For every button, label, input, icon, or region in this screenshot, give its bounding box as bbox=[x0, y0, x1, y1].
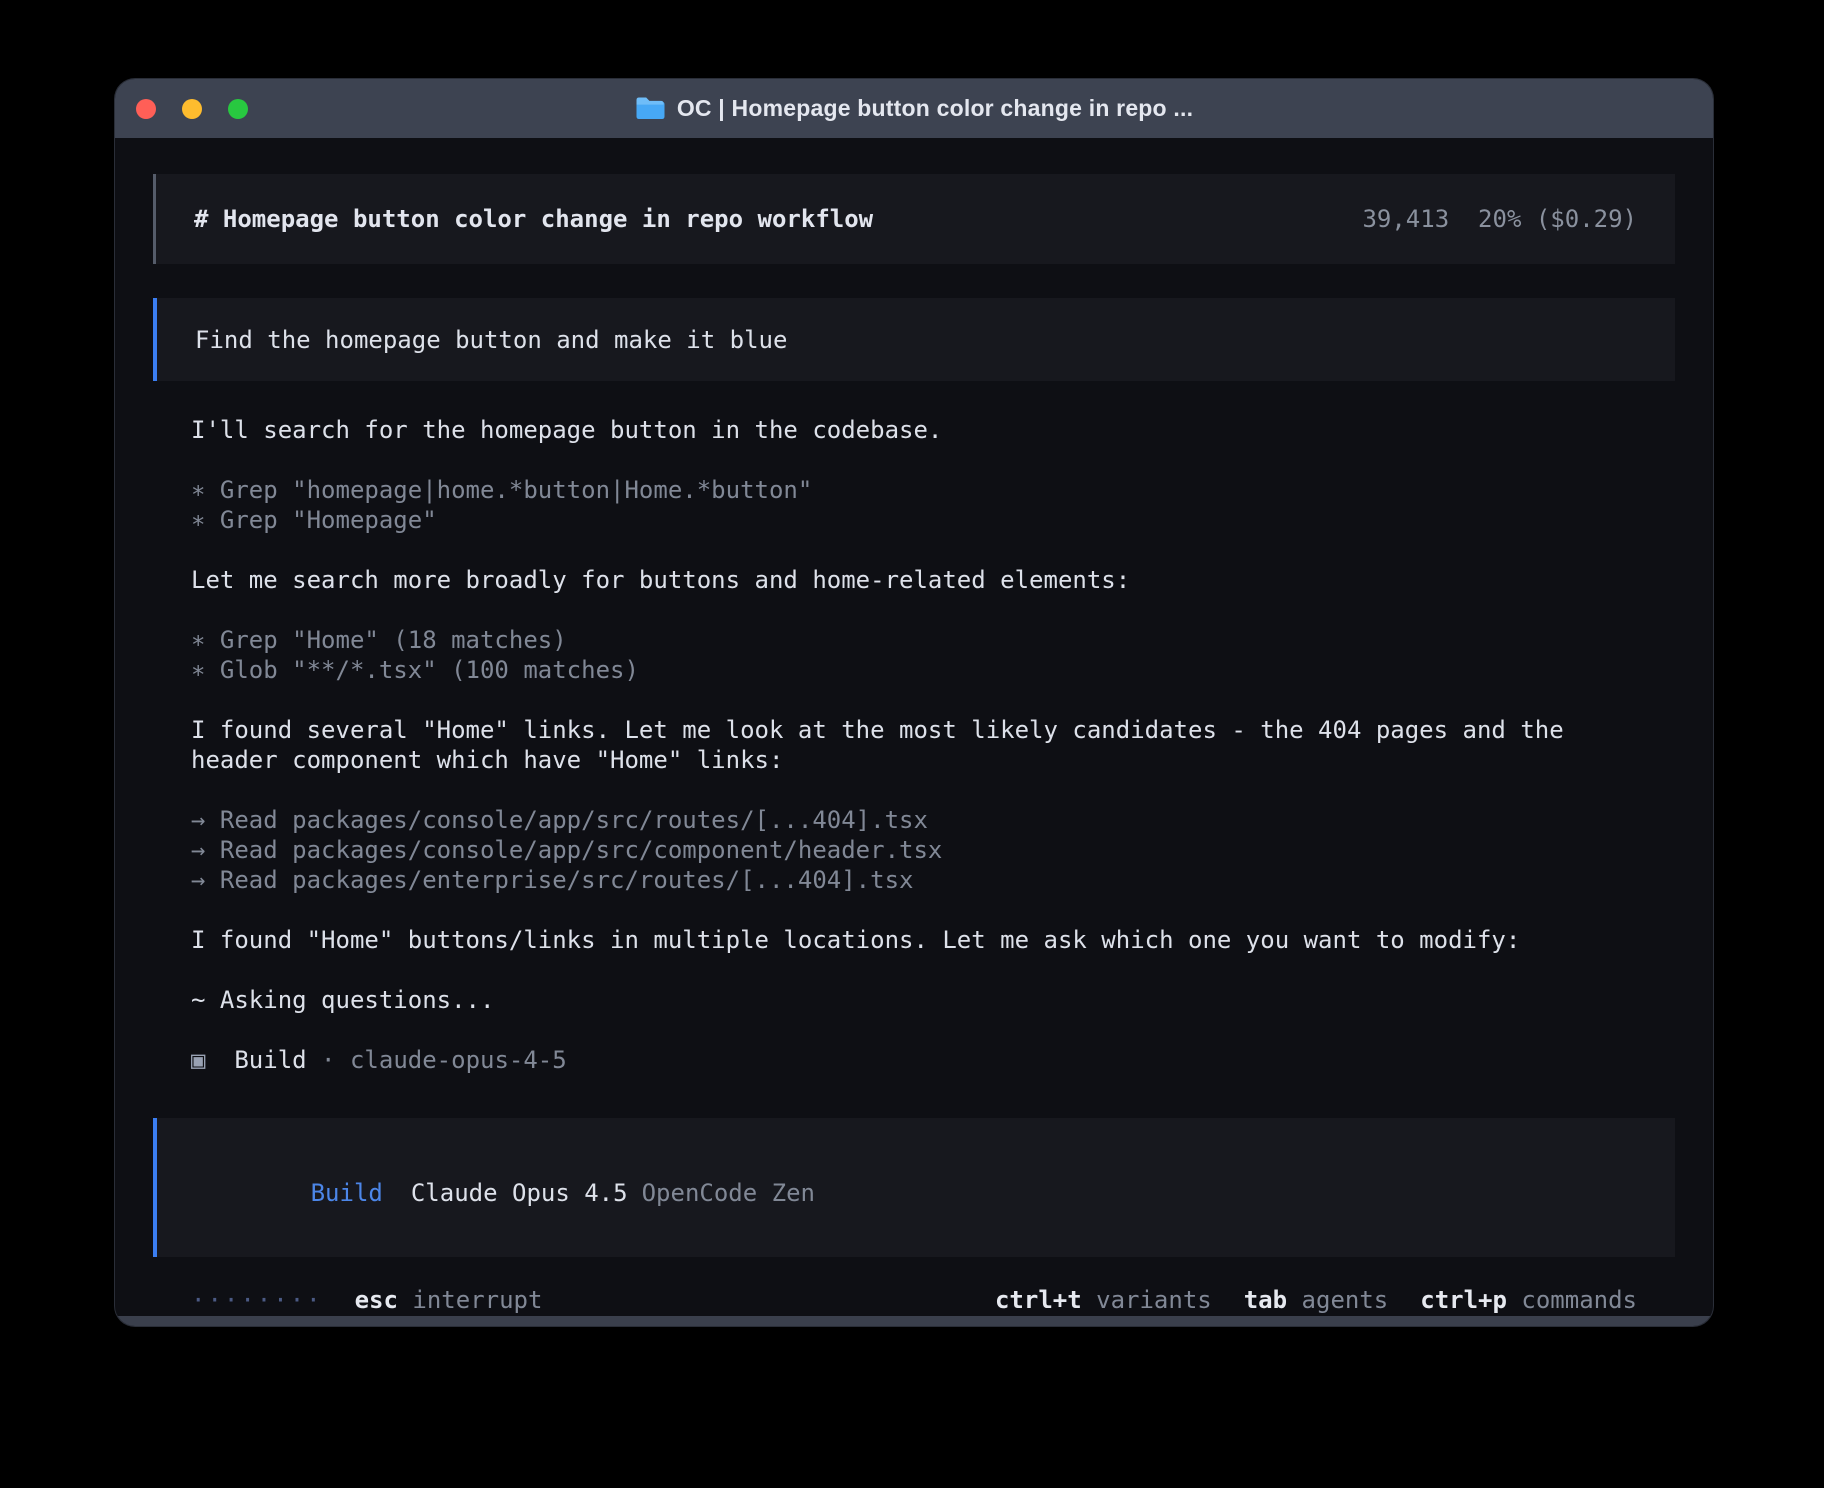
shortcut-tab: tab agents bbox=[1244, 1285, 1389, 1315]
statusbar-left: ········ esc interrupt bbox=[191, 1285, 542, 1315]
session-header: # Homepage button color change in repo w… bbox=[153, 174, 1675, 264]
spinner-dots: ········ bbox=[191, 1285, 323, 1315]
minimize-button[interactable] bbox=[182, 99, 202, 119]
user-message: Find the homepage button and make it blu… bbox=[153, 298, 1675, 381]
transcript-line bbox=[191, 595, 1637, 625]
model-line: Build Claude Opus 4.5 OpenCode Zen bbox=[195, 1148, 1637, 1238]
transcript-line: ∗ Grep "Homepage" bbox=[191, 505, 1637, 535]
transcript-line bbox=[191, 535, 1637, 565]
session-title: # Homepage button color change in repo w… bbox=[194, 205, 873, 233]
transcript-line bbox=[191, 1015, 1637, 1045]
transcript-line: → Read packages/console/app/src/componen… bbox=[191, 835, 1637, 865]
transcript-line: ▣ Build · claude-opus-4-5 bbox=[191, 1045, 1637, 1075]
user-message-text: Find the homepage button and make it blu… bbox=[195, 326, 787, 354]
agent-mode-label: Build bbox=[311, 1179, 383, 1207]
transcript-line bbox=[191, 685, 1637, 715]
shortcut-esc: esc interrupt bbox=[355, 1285, 543, 1315]
transcript-line bbox=[191, 895, 1637, 925]
session-token-stats: 39,413 20% ($0.29) bbox=[1362, 205, 1637, 233]
transcript-line: → Read packages/console/app/src/routes/[… bbox=[191, 805, 1637, 835]
window-title: OC | Homepage button color change in rep… bbox=[677, 95, 1193, 122]
transcript-line: I found "Home" buttons/links in multiple… bbox=[191, 925, 1637, 955]
transcript-line: ∗ Grep "Home" (18 matches) bbox=[191, 625, 1637, 655]
transcript-line: → Read packages/enterprise/src/routes/[.… bbox=[191, 865, 1637, 895]
provider-label: OpenCode Zen bbox=[642, 1179, 815, 1207]
transcript-line bbox=[191, 445, 1637, 475]
folder-icon bbox=[635, 96, 665, 121]
shortcut-ctrl-t: ctrl+t variants bbox=[995, 1285, 1212, 1315]
prompt-input[interactable]: Build Claude Opus 4.5 OpenCode Zen bbox=[153, 1118, 1675, 1257]
zoom-button[interactable] bbox=[228, 99, 248, 119]
traffic-lights bbox=[136, 79, 248, 138]
transcript-line: ~ Asking questions... bbox=[191, 985, 1637, 1015]
shortcut-ctrl-p: ctrl+p commands bbox=[1420, 1285, 1637, 1315]
titlebar[interactable]: OC | Homepage button color change in rep… bbox=[115, 79, 1713, 138]
transcript-line: ∗ Grep "homepage|home.*button|Home.*butt… bbox=[191, 475, 1637, 505]
transcript-line: Let me search more broadly for buttons a… bbox=[191, 565, 1637, 595]
title-group: OC | Homepage button color change in rep… bbox=[635, 95, 1193, 122]
terminal-window: OC | Homepage button color change in rep… bbox=[115, 79, 1713, 1326]
transcript-line bbox=[191, 955, 1637, 985]
transcript-line: header component which have "Home" links… bbox=[191, 745, 1637, 775]
statusbar: ········ esc interrupt ctrl+t variants ta… bbox=[153, 1285, 1675, 1315]
transcript-line: I found several "Home" links. Let me loo… bbox=[191, 715, 1637, 745]
session-content: # Homepage button color change in repo w… bbox=[115, 138, 1713, 1315]
transcript-line: I'll search for the homepage button in t… bbox=[191, 415, 1637, 445]
model-name-label: Claude Opus 4.5 bbox=[411, 1179, 628, 1207]
window-bottom-edge bbox=[115, 1316, 1713, 1326]
close-button[interactable] bbox=[136, 99, 156, 119]
transcript-line: ∗ Glob "**/*.tsx" (100 matches) bbox=[191, 655, 1637, 685]
transcript: I'll search for the homepage button in t… bbox=[153, 415, 1675, 1075]
transcript-line bbox=[191, 775, 1637, 805]
statusbar-right: ctrl+t variants tab agents ctrl+p commands bbox=[995, 1285, 1637, 1315]
